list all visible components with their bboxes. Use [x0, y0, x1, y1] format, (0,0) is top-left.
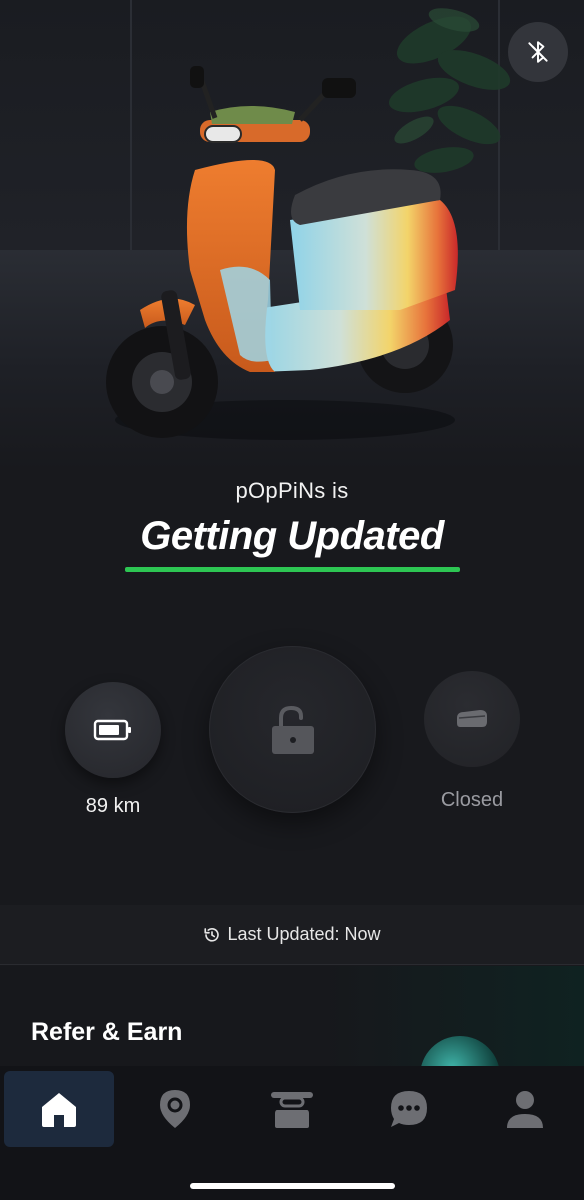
battery-icon [93, 719, 131, 741]
profile-icon [507, 1091, 543, 1128]
battery-range-button[interactable] [65, 682, 161, 778]
tab-profile[interactable] [470, 1071, 580, 1147]
refer-earn-card[interactable]: Refer & Earn [0, 966, 584, 1076]
bluetooth-toggle-button[interactable] [508, 22, 568, 82]
app-screen: pOpPiNs is Getting Updated 89 km Closed [0, 0, 584, 1200]
scooter-hero [0, 0, 584, 470]
tab-location[interactable] [120, 1071, 230, 1147]
tab-home[interactable] [4, 1071, 114, 1147]
seat-button[interactable] [424, 671, 520, 767]
tab-scooter[interactable] [237, 1071, 347, 1147]
chat-icon [391, 1091, 427, 1127]
tab-chat[interactable] [354, 1071, 464, 1147]
home-indicator[interactable] [190, 1183, 395, 1189]
last-updated-text: Last Updated: Now [227, 924, 381, 944]
scooter-image [106, 66, 458, 440]
unlocked-padlock-icon [271, 705, 314, 754]
bluetooth-off-icon [528, 41, 548, 63]
last-updated-bar: Last Updated: Now [0, 905, 584, 965]
vehicle-name: pOpPiNs is [235, 478, 349, 503]
home-icon [42, 1093, 76, 1127]
seat-icon [457, 710, 487, 727]
status-underline [125, 567, 460, 572]
lock-toggle-button[interactable] [209, 646, 376, 813]
location-pin-icon [160, 1090, 190, 1128]
refer-earn-title: Refer & Earn [31, 1018, 183, 1046]
range-value: 89 km [85, 795, 141, 817]
scooter-icon [271, 1092, 313, 1128]
update-status-heading: pOpPiNs is Getting Updated [0, 478, 584, 559]
seat-status: Closed [440, 789, 504, 811]
history-icon [204, 927, 220, 942]
status-title: Getting Updated [140, 514, 444, 558]
bottom-tab-bar [0, 1066, 584, 1200]
